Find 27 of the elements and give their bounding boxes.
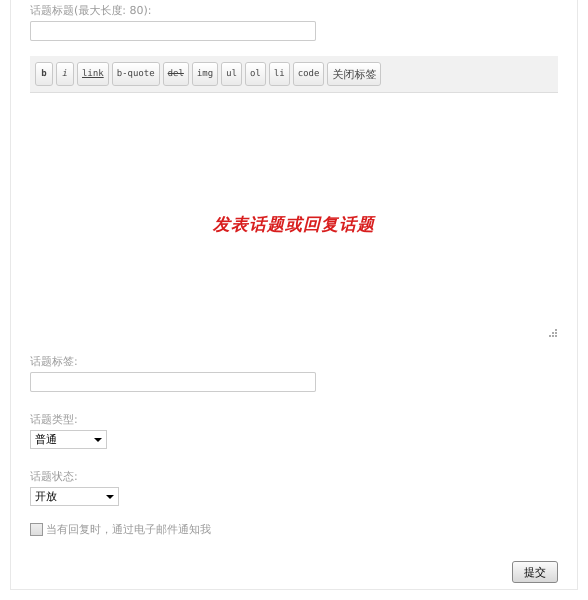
editor-textarea[interactable]: 发表话题或回复话题 — [30, 93, 558, 340]
submit-button[interactable]: 提交 — [512, 561, 558, 583]
toolbar-button[interactable]: ol — [245, 62, 266, 86]
field-label: 话题状态: — [30, 469, 79, 485]
caret-icon — [94, 438, 102, 442]
toolbar-button[interactable]: link — [77, 62, 109, 86]
field-label: 话题类型: — [30, 412, 79, 428]
checkbox-label: 当有回复时，通过电子邮件通知我 — [46, 522, 211, 537]
toolbar-button[interactable]: 关闭标签 — [327, 62, 382, 86]
caret-icon — [106, 494, 114, 498]
notify-checkbox[interactable] — [30, 523, 43, 536]
field-label: 话题标题(最大长度: 80): — [30, 3, 152, 19]
toolbar-button[interactable]: i — [56, 62, 74, 86]
toolbar-button[interactable]: b-quote — [112, 62, 160, 86]
tags-input-field[interactable] — [30, 372, 316, 392]
resize-grip-icon[interactable] — [548, 328, 558, 338]
toolbar-button[interactable]: del — [162, 62, 189, 86]
type-dropdown[interactable]: 普通 — [30, 430, 107, 449]
toolbar-button[interactable]: code — [292, 62, 324, 86]
toolbar-button[interactable]: li — [268, 62, 290, 86]
toolbar-button[interactable]: ul — [221, 62, 242, 86]
toolbar-button[interactable]: img — [192, 62, 218, 86]
title-input-field[interactable] — [30, 21, 316, 41]
editor-caption: 发表话题或回复话题 — [213, 214, 375, 236]
status-dropdown[interactable]: 开放 — [30, 487, 119, 506]
toolbar-button[interactable]: b — [35, 62, 53, 86]
field-label: 话题标签: — [30, 354, 79, 370]
